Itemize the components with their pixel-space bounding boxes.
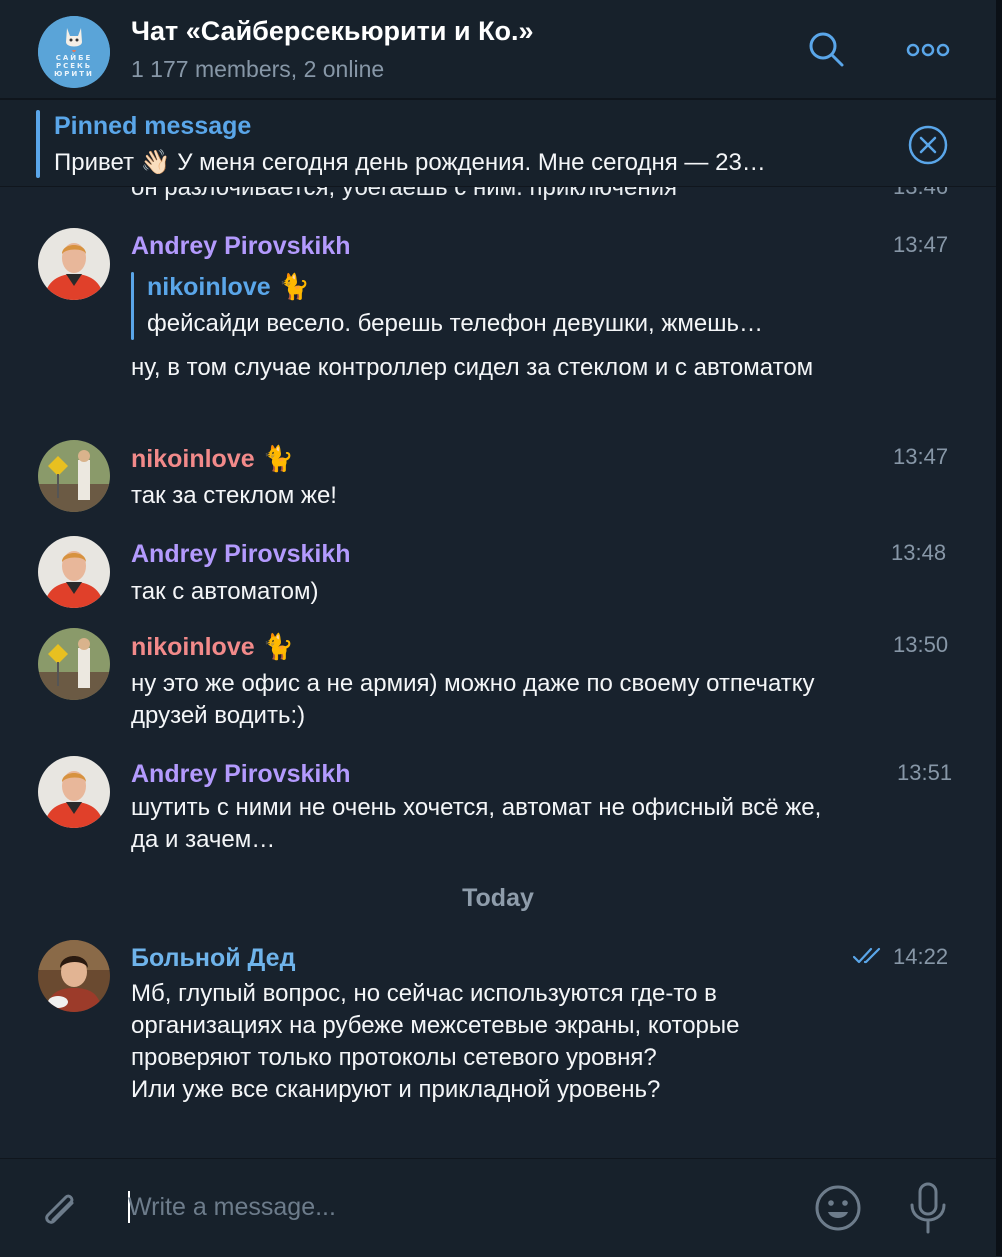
message-time: 13:48 (891, 540, 947, 565)
avatar-text-line: РСЕКЬ (55, 62, 93, 70)
user-photo-icon (38, 228, 110, 300)
user-photo-icon (38, 440, 110, 512)
window-edge (996, 0, 1002, 1256)
reply-author: nikoinlove 🐈 (147, 272, 310, 302)
message-item[interactable]: nikoinlove 🐈 13:47 так за стеклом же! (0, 440, 996, 520)
chat-title[interactable]: Чат «Сайберсекьюрити и Ко.» (131, 16, 534, 47)
author-name: nikoinlove (131, 445, 255, 473)
pinned-accent-bar (36, 110, 40, 178)
user-photo-icon (38, 628, 110, 700)
avatar-andrey[interactable] (38, 756, 110, 828)
message-item[interactable]: Andrey Pirovskikh 13:48 так с автоматом) (0, 536, 996, 616)
chat-member-count: 1 177 members, 2 online (131, 56, 385, 82)
message-item[interactable]: Andrey Pirovskikh 13:47 nikoinlove 🐈 фейс… (0, 228, 996, 418)
date-separator: Today (462, 884, 534, 912)
cat-emoji-icon: 🐈 (278, 272, 310, 301)
chat-avatar-text: САЙБЕ РСЕКЬ ЮРИТИ (38, 54, 110, 78)
message-author[interactable]: Andrey Pirovskikh (131, 232, 351, 261)
search-icon (809, 32, 844, 67)
message-text-line: Мб, глупый вопрос, но сейчас используютс… (131, 980, 717, 1007)
message-time: 14:22 (893, 944, 949, 969)
more-options-button[interactable] (906, 40, 950, 65)
voice-record-button[interactable] (906, 1181, 950, 1240)
message-text: Мб, глупый вопрос, но сейчас используютс… (131, 978, 891, 1106)
pinned-text: Привет 👋🏻 У меня сегодня день рождения. … (54, 149, 766, 176)
message-composer: Write a message... (0, 1158, 996, 1257)
avatar-text-line: ЮРИТИ (54, 70, 94, 78)
message-text: шутить с ними не очень хочется, автомат … (131, 794, 822, 853)
chat-header: САЙБЕ РСЕКЬ ЮРИТИ Чат «Сайберсекьюрити и… (0, 0, 996, 100)
pinned-message-bar[interactable]: Pinned message Привет 👋🏻 У меня сегодня … (0, 100, 996, 187)
avatar-andrey[interactable] (38, 536, 110, 608)
message-item[interactable]: Больной Дед 14:22 Мб, глупый вопрос, но … (0, 940, 996, 1120)
attach-button[interactable] (36, 1185, 84, 1238)
message-author[interactable]: Больной Дед (131, 944, 295, 973)
message-author[interactable]: Andrey Pirovskikh (131, 540, 351, 569)
message-item[interactable]: Andrey Pirovskikh 13:51 шутить с ними не… (0, 756, 996, 866)
emoji-button[interactable] (813, 1183, 863, 1238)
avatar-bolnoy-ded[interactable] (38, 940, 110, 1012)
chat-avatar[interactable]: САЙБЕ РСЕКЬ ЮРИТИ (38, 16, 110, 88)
message-text: так с автоматом) (131, 578, 319, 605)
close-circle-icon (908, 125, 948, 165)
message-author[interactable]: Andrey Pirovskikh (131, 760, 351, 789)
microphone-icon (910, 1182, 946, 1234)
reply-text: фейсайди весело. берешь телефон девушки,… (147, 310, 763, 337)
user-photo-icon (38, 536, 110, 608)
message-text-line: организациях на рубеже межсетевые экраны… (131, 1012, 740, 1039)
paperclip-icon (45, 1194, 74, 1224)
read-status (852, 946, 885, 971)
message-author[interactable]: nikoinlove 🐈 (131, 444, 294, 474)
message-text-line: Или уже все сканируют и прикладной урове… (131, 1076, 661, 1103)
reply-bar (131, 272, 134, 340)
message-text: ну это же офис а не армия) можно даже по… (131, 670, 815, 729)
message-time: 13:47 (893, 444, 949, 469)
message-item[interactable]: nikoinlove 🐈 13:50 ну это же офис а не ар… (0, 628, 996, 738)
avatar-text-line: САЙБЕ (55, 54, 93, 62)
more-dots-icon (906, 43, 950, 57)
message-text: ну, в том случае контроллер сидел за сте… (131, 354, 814, 381)
reply-author-name: nikoinlove (147, 273, 271, 301)
message-text: так за стеклом же! (131, 482, 337, 509)
search-button[interactable] (806, 30, 846, 75)
message-input[interactable]: Write a message... (128, 1193, 336, 1222)
smiley-icon (815, 1185, 861, 1231)
user-photo-icon (38, 940, 110, 1012)
message-list[interactable]: он разлочивается, убегаешь с ним. приклю… (0, 98, 996, 1158)
message-time: 13:51 (897, 760, 953, 785)
user-photo-icon (38, 756, 110, 828)
message-time: 13:47 (893, 232, 949, 257)
pinned-title: Pinned message (54, 112, 252, 140)
message-time: 13:50 (893, 632, 949, 657)
cat-emoji-icon: 🐈 (262, 632, 294, 661)
unpin-button[interactable] (907, 124, 949, 171)
avatar-nikoinlove[interactable] (38, 628, 110, 700)
cat-emoji-icon: 🐈 (262, 444, 294, 473)
double-check-icon (852, 947, 881, 964)
message-author[interactable]: nikoinlove 🐈 (131, 632, 294, 662)
avatar-andrey[interactable] (38, 228, 110, 300)
avatar-nikoinlove[interactable] (38, 440, 110, 512)
reply-quote[interactable]: nikoinlove 🐈 фейсайди весело. берешь теле… (131, 272, 851, 340)
message-text-line: проверяют только протоколы сетевого уров… (131, 1044, 657, 1071)
author-name: nikoinlove (131, 633, 255, 661)
